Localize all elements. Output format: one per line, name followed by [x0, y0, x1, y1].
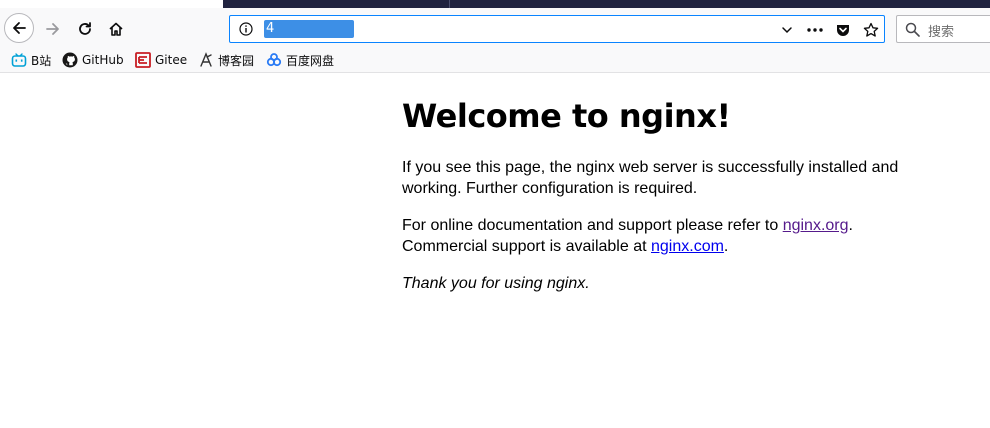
search-placeholder: 搜索 — [928, 25, 955, 40]
cnblogs-icon — [198, 52, 214, 68]
bookmark-label: 博客园 — [218, 53, 255, 68]
bookmark-label: 百度网盘 — [286, 53, 335, 68]
dropdown-button[interactable] — [778, 21, 796, 39]
info-icon[interactable] — [239, 22, 253, 36]
search-input[interactable]: 搜索 — [896, 15, 990, 43]
nginx-com-link[interactable]: nginx.com — [651, 238, 724, 255]
arrow-right-icon — [46, 23, 59, 35]
reload-button[interactable] — [70, 14, 100, 44]
github-icon — [62, 52, 78, 68]
bookmark-bilibili[interactable]: B站 — [11, 51, 51, 69]
star-icon — [863, 22, 879, 37]
baidu-pan-icon — [266, 52, 282, 68]
bookmark-baidu-pan[interactable]: 百度网盘 — [266, 51, 334, 69]
bookmarks-toolbar: B站 GitHub Gitee 博客园 百度网盘 — [0, 48, 990, 73]
thank-you-message: Thank you for using nginx. — [402, 275, 590, 292]
install-message: If you see this page, the nginx web serv… — [402, 159, 899, 197]
bookmark-label: Gitee — [155, 53, 188, 67]
titlebar-separator — [449, 0, 450, 8]
forward-button[interactable] — [38, 14, 68, 44]
pocket-button[interactable] — [834, 21, 852, 39]
page-actions-button[interactable] — [806, 21, 824, 39]
reload-icon — [79, 22, 91, 35]
docs-text: For online documentation and support ple… — [402, 217, 783, 234]
bookmark-github[interactable]: GitHub — [62, 51, 124, 69]
chevron-down-icon — [782, 27, 792, 34]
url-bar[interactable]: 4 — [229, 15, 885, 43]
bilibili-icon — [11, 52, 27, 68]
pocket-icon — [837, 25, 849, 36]
more-horizontal-icon — [807, 28, 823, 32]
navigation-toolbar: 4 搜索 — [0, 8, 990, 48]
commercial-period: . — [723, 237, 729, 255]
search-icon — [905, 22, 920, 37]
docs-period: . — [848, 217, 853, 234]
nginx-org-link[interactable]: nginx.org — [783, 217, 849, 234]
bookmark-label: GitHub — [82, 53, 124, 67]
documentation-paragraph: For online documentation and support ple… — [402, 216, 922, 257]
window-titlebar — [223, 0, 990, 8]
commercial-text: Commercial support is available at — [402, 237, 651, 255]
bookmark-star-button[interactable] — [862, 21, 880, 39]
back-button[interactable] — [4, 13, 34, 43]
home-button[interactable] — [101, 14, 131, 44]
url-text[interactable]: 4 — [264, 20, 354, 38]
bookmark-label: B站 — [31, 53, 52, 68]
gitee-icon — [135, 52, 151, 68]
bookmark-cnblogs[interactable]: 博客园 — [198, 51, 254, 69]
bookmark-gitee[interactable]: Gitee — [135, 51, 187, 69]
url-actions — [778, 19, 880, 41]
page-title: Welcome to nginx! — [402, 97, 731, 135]
page-content: Welcome to nginx! If you see this page, … — [402, 96, 962, 292]
home-icon — [109, 22, 123, 36]
arrow-left-icon — [13, 22, 26, 34]
